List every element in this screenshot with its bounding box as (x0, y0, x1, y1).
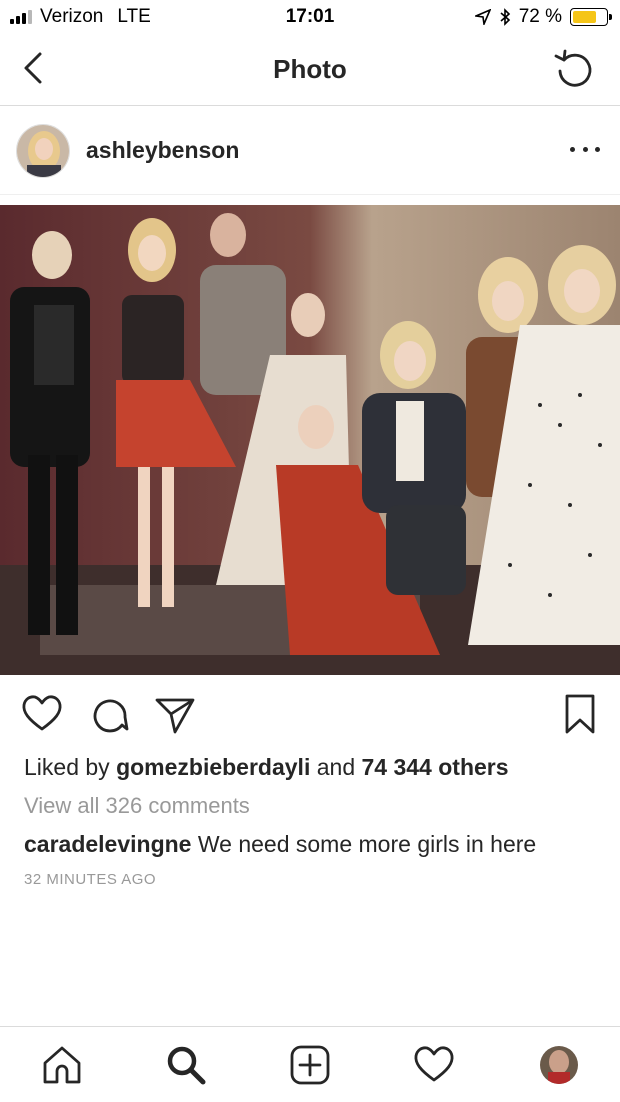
location-arrow-icon (474, 9, 491, 25)
avatar[interactable] (16, 124, 70, 178)
post-username[interactable]: ashleybenson (86, 137, 239, 164)
comment-text: We need some more girls in here (191, 831, 537, 857)
post-timestamp: 32 MINUTES AGO (24, 871, 157, 888)
bluetooth-icon (500, 8, 510, 26)
likes-middle: and (310, 754, 362, 780)
group-photo (0, 205, 620, 675)
add-post-icon[interactable] (288, 1043, 332, 1087)
search-icon[interactable] (164, 1043, 208, 1087)
bookmark-icon[interactable] (558, 692, 602, 736)
profile-avatar-image (540, 1046, 578, 1084)
refresh-icon[interactable] (552, 46, 598, 92)
battery-fill (573, 11, 597, 23)
view-all-comments-link[interactable]: View all 326 comments (24, 793, 250, 819)
liked-by-user[interactable]: gomezbieberdayli (116, 754, 310, 780)
likes-prefix: Liked by (24, 754, 117, 780)
post-photo[interactable] (0, 205, 620, 675)
nav-bar: Photo (0, 36, 620, 106)
profile-avatar[interactable] (540, 1046, 578, 1084)
heart-icon[interactable] (20, 692, 64, 736)
ellipsis-icon[interactable] (570, 137, 600, 161)
status-bar: Verizon LTE 17:01 72 % (0, 0, 620, 36)
likes-count[interactable]: 74 344 others (362, 754, 509, 780)
battery-percent: 72 % (518, 6, 562, 27)
activity-heart-icon[interactable] (412, 1043, 456, 1087)
battery-icon (570, 8, 612, 26)
home-icon[interactable] (40, 1043, 84, 1087)
post-header: ashleybenson (0, 107, 620, 195)
share-icon[interactable] (153, 692, 197, 736)
avatar-image (17, 125, 69, 177)
post-actions (0, 690, 620, 740)
page-title: Photo (273, 54, 347, 84)
status-right: 72 % (474, 6, 612, 28)
likes-line: Liked by gomezbieberdayli and 74 344 oth… (24, 754, 509, 781)
comment-icon[interactable] (87, 692, 131, 736)
tab-bar (0, 1026, 620, 1102)
comment-author[interactable]: caradelevingne (24, 831, 191, 857)
comment: caradelevingne We need some more girls i… (24, 831, 536, 858)
